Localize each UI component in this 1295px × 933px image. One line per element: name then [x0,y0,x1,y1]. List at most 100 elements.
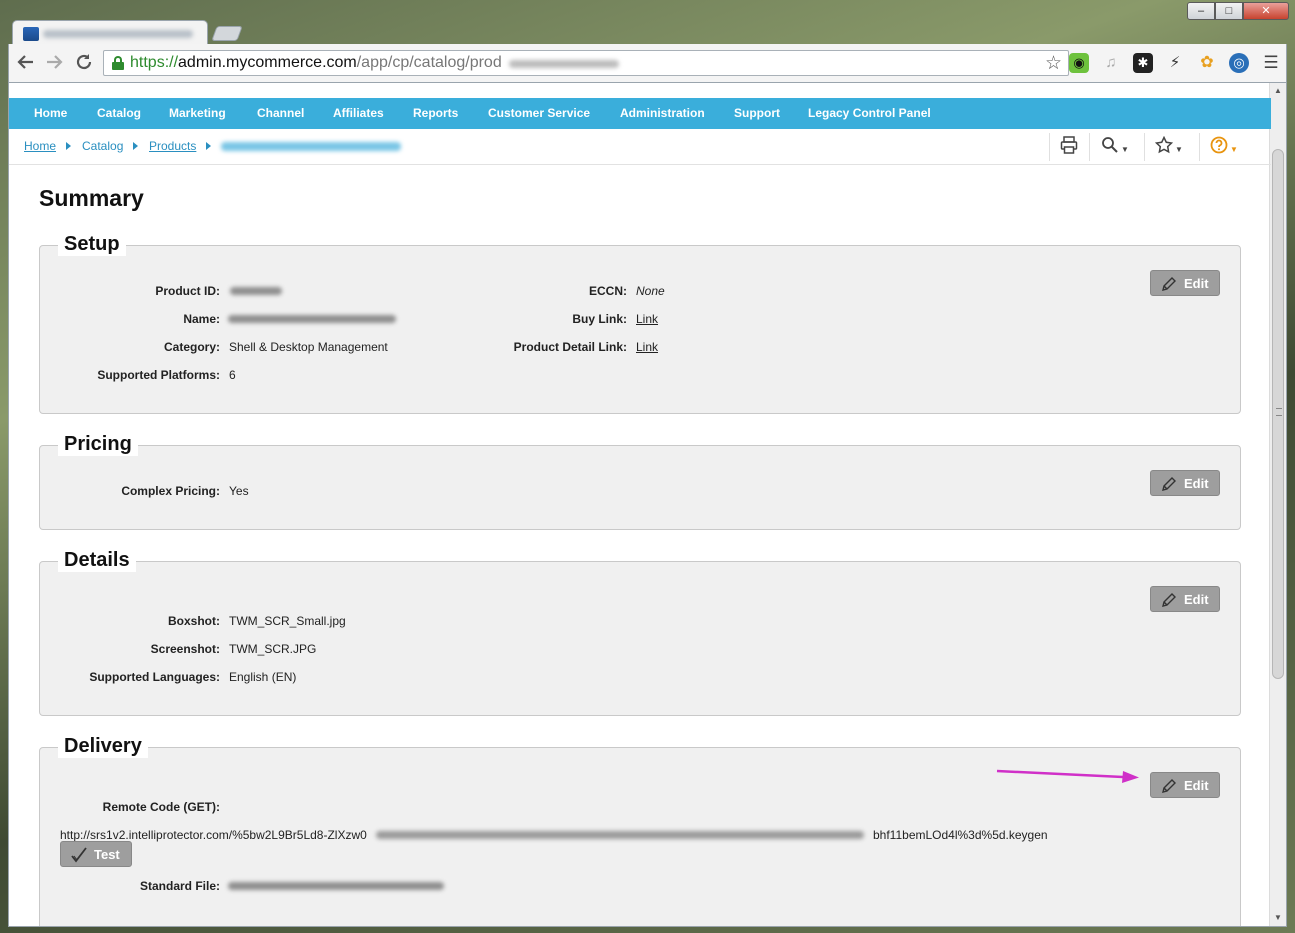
breadcrumb-products[interactable]: Products [149,139,196,153]
help-icon [1210,136,1228,154]
search-menu-button[interactable]: ▼ [1101,136,1129,159]
bell-icon[interactable]: ♫ [1101,53,1121,73]
scroll-down-arrow-icon[interactable]: ▼ [1270,910,1286,926]
nav-item-reports[interactable]: Reports [413,106,458,120]
favorites-menu-button[interactable]: ▼ [1154,135,1183,159]
remote-code-url-redacted [376,831,864,839]
browser-toolbar: https://admin.mycommerce.com/app/cp/cata… [8,44,1287,82]
buy-link-label: Buy Link: [572,312,627,326]
nav-item-customer-service[interactable]: Customer Service [488,106,590,120]
scrollbar-thumb[interactable] [1272,149,1284,679]
reload-icon [76,54,92,70]
reload-button[interactable] [73,52,95,74]
category-value: Shell & Desktop Management [229,340,388,354]
edit-label: Edit [1184,476,1209,491]
tab-title-redacted [43,30,193,38]
arrow-left-icon [17,55,33,69]
main-navigation: Home Catalog Marketing Channel Affiliate… [9,98,1271,129]
details-edit-button[interactable]: Edit [1150,586,1220,612]
standard-file-redacted [228,882,444,890]
arrow-right-icon [47,55,63,69]
eccn-value: None [636,284,665,298]
nav-item-home[interactable]: Home [34,106,67,120]
chevron-down-icon: ▼ [1121,145,1129,155]
boxshot-value: TWM_SCR_Small.jpg [229,614,346,628]
breadcrumb-arrow-icon [66,142,71,150]
vertical-scrollbar[interactable]: ▲ ▼ [1269,83,1286,926]
url-redacted [509,60,619,68]
maximize-button[interactable]: □ [1215,2,1243,20]
scroll-up-arrow-icon[interactable]: ▲ [1270,83,1286,99]
checkmark-icon [71,847,87,863]
star-icon [1154,135,1174,154]
pencil-icon [1162,477,1176,491]
nav-item-legacy-control-panel[interactable]: Legacy Control Panel [808,106,931,120]
page-viewport: ▲ ▼ Home Catalog Marketing Channel Affil… [8,82,1287,927]
breadcrumb-arrow-icon [206,142,211,150]
setup-title: Setup [58,232,126,258]
nav-item-marketing[interactable]: Marketing [169,106,226,120]
nav-item-affiliates[interactable]: Affiliates [333,106,384,120]
edit-label: Edit [1184,778,1209,793]
pricing-edit-button[interactable]: Edit [1150,470,1220,496]
lock-icon [112,56,124,70]
buy-link[interactable]: Link [636,312,658,326]
chevron-down-icon: ▼ [1230,145,1238,155]
minimize-button[interactable]: – [1187,2,1215,20]
supported-platforms-value: 6 [229,368,236,382]
circle-extension-icon[interactable]: ◎ [1229,53,1249,73]
nav-item-catalog[interactable]: Catalog [97,106,141,120]
lightning-icon[interactable]: ⚡ [1165,53,1185,73]
details-title: Details [58,548,136,574]
category-label: Category: [163,340,220,354]
bookmark-star-icon[interactable]: ☆ [1045,52,1062,75]
product-id-label: Product ID: [155,284,220,298]
product-id-redacted [230,287,282,295]
browser-tab[interactable] [12,20,208,46]
help-menu-button[interactable]: ▼ [1210,136,1238,159]
breadcrumb-catalog[interactable]: Catalog [82,139,123,153]
breadcrumb-home[interactable]: Home [24,139,56,153]
annotation-arrow-icon [996,769,1139,783]
remote-code-url-end: bhf11bemLOd4l%3d%5d.keygen [873,828,1048,842]
new-tab-button[interactable] [211,26,243,41]
address-bar[interactable]: https://admin.mycommerce.com/app/cp/cata… [103,50,1069,76]
page-title: Summary [39,185,144,211]
delivery-edit-button[interactable]: Edit [1150,772,1220,798]
screenshot-value: TWM_SCR.JPG [229,642,317,656]
remote-code-url-start: http://srs1v2.intelliprotector.com/%5bw2… [60,828,367,842]
setup-panel: Setup Edit Product ID: Name: Category: S… [39,232,1241,414]
flower-extension-icon[interactable]: ✿ [1197,53,1217,73]
forward-button[interactable] [43,52,65,74]
supported-languages-value: English (EN) [229,670,297,684]
screenshot-label: Screenshot: [150,642,220,656]
url-text: https://admin.mycommerce.com/app/cp/cata… [130,54,502,71]
back-button[interactable] [15,52,37,74]
name-redacted [228,315,396,323]
nav-item-administration[interactable]: Administration [620,106,705,120]
test-button[interactable]: Test [60,841,132,867]
details-panel: Details Edit Boxshot: TWM_SCR_Small.jpg … [39,548,1241,716]
pencil-icon [1162,593,1176,607]
pencil-icon [1162,779,1176,793]
close-button[interactable]: ✕ [1243,2,1289,20]
nav-item-channel[interactable]: Channel [257,106,304,120]
asterisk-extension-icon[interactable]: ✱ [1133,53,1153,73]
pencil-icon [1162,277,1176,291]
boxshot-label: Boxshot: [168,614,220,628]
printer-icon [1060,136,1078,154]
supported-languages-label: Supported Languages: [89,670,220,684]
name-label: Name: [183,312,220,326]
product-detail-link[interactable]: Link [636,340,658,354]
edit-label: Edit [1184,276,1209,291]
print-button[interactable] [1060,136,1078,159]
setup-edit-button[interactable]: Edit [1150,270,1220,296]
menu-button[interactable]: ☰ [1261,53,1281,73]
remote-code-label: Remote Code (GET): [102,800,220,814]
product-detail-link-label: Product Detail Link: [513,340,627,354]
nav-item-support[interactable]: Support [734,106,780,120]
breadcrumb-current-redacted [221,142,401,151]
eccn-label: ECCN: [589,284,627,298]
frog-extension-icon[interactable]: ◉ [1069,53,1089,73]
test-label: Test [94,847,120,862]
